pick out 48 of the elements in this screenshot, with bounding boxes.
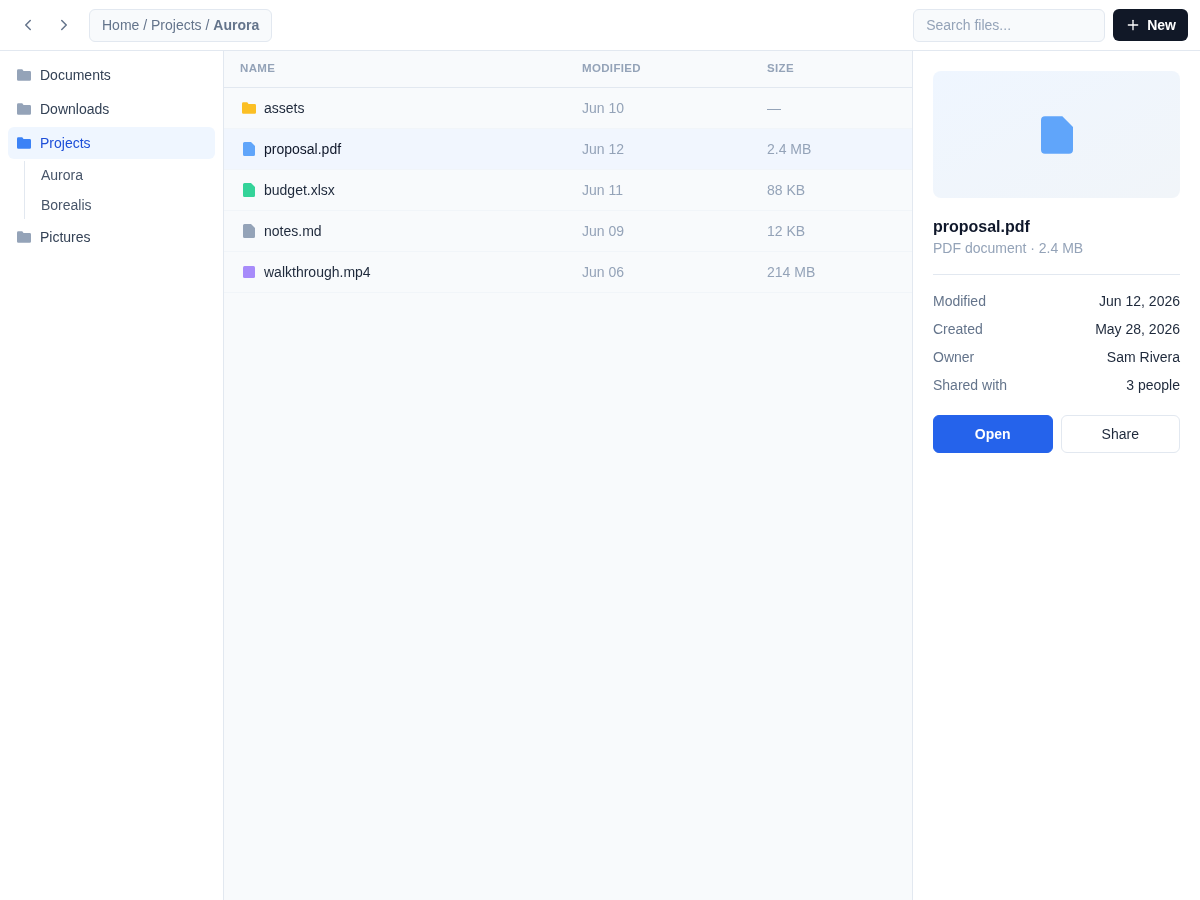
file-name: notes.md	[264, 221, 322, 241]
detail-value: Sam Rivera	[1106, 347, 1180, 367]
file-name: walkthrough.mp4	[264, 262, 371, 282]
sidebar-subitem[interactable]: Aurora	[25, 161, 215, 189]
sidebar-item[interactable]: Downloads	[8, 93, 215, 125]
detail-value: Jun 12, 2026	[1099, 291, 1180, 311]
file-row[interactable]: notes.md Jun 09 12 KB	[224, 211, 912, 252]
detail-label: Shared with	[933, 375, 1007, 395]
column-header: NAME	[240, 61, 276, 77]
detail-label: Created	[933, 319, 983, 339]
detail-label: Modified	[933, 291, 986, 311]
file-size: 2.4 MB	[767, 139, 812, 159]
folder-icon	[17, 137, 31, 149]
folder-icon	[17, 69, 31, 81]
file-icon	[1040, 114, 1073, 155]
file-row[interactable]: budget.xlsx Jun 11 88 KB	[224, 170, 912, 211]
file-subtitle: PDF document · 2.4 MB	[933, 239, 1084, 258]
modified-date: Jun 12	[582, 139, 625, 159]
file-size: 12 KB	[767, 221, 806, 241]
file-size: —	[767, 98, 781, 118]
folder-icon	[17, 231, 31, 243]
column-header: SIZE	[767, 61, 794, 77]
file-row[interactable]: proposal.pdf Jun 12 2.4 MB	[224, 129, 912, 170]
breadcrumb[interactable]: Home / Projects / Aurora	[89, 8, 273, 42]
modified-date: Jun 10	[582, 98, 625, 118]
detail-value: 3 people	[1126, 375, 1180, 395]
search-field[interactable]: Search files...	[913, 8, 1106, 42]
modified-date: Jun 06	[582, 262, 625, 282]
new-button[interactable]: New	[1113, 9, 1188, 41]
sidebar-subitem[interactable]: Borealis	[25, 191, 215, 219]
file-name: proposal.pdf	[264, 139, 342, 159]
modified-date: Jun 09	[582, 221, 625, 241]
sidebar-item[interactable]: Documents	[8, 59, 215, 91]
file-size: 88 KB	[767, 180, 806, 200]
file-name: assets	[264, 98, 305, 118]
detail-value: May 28, 2026	[1095, 319, 1180, 339]
folder-icon	[17, 103, 31, 115]
file-title: proposal.pdf	[933, 217, 1030, 237]
modified-date: Jun 11	[582, 180, 623, 200]
sidebar-item[interactable]: Pictures	[8, 221, 215, 253]
open-button[interactable]: Open	[933, 415, 1053, 453]
file-name: budget.xlsx	[264, 180, 335, 200]
file-size: 214 MB	[767, 262, 816, 282]
column-header: MODIFIED	[582, 61, 641, 77]
share-button[interactable]: Share	[1060, 415, 1180, 453]
detail-label: Owner	[933, 347, 975, 367]
file-row[interactable]: walkthrough.mp4 Jun 06 214 MB	[224, 252, 912, 293]
sidebar-item[interactable]: Projects	[8, 127, 215, 159]
